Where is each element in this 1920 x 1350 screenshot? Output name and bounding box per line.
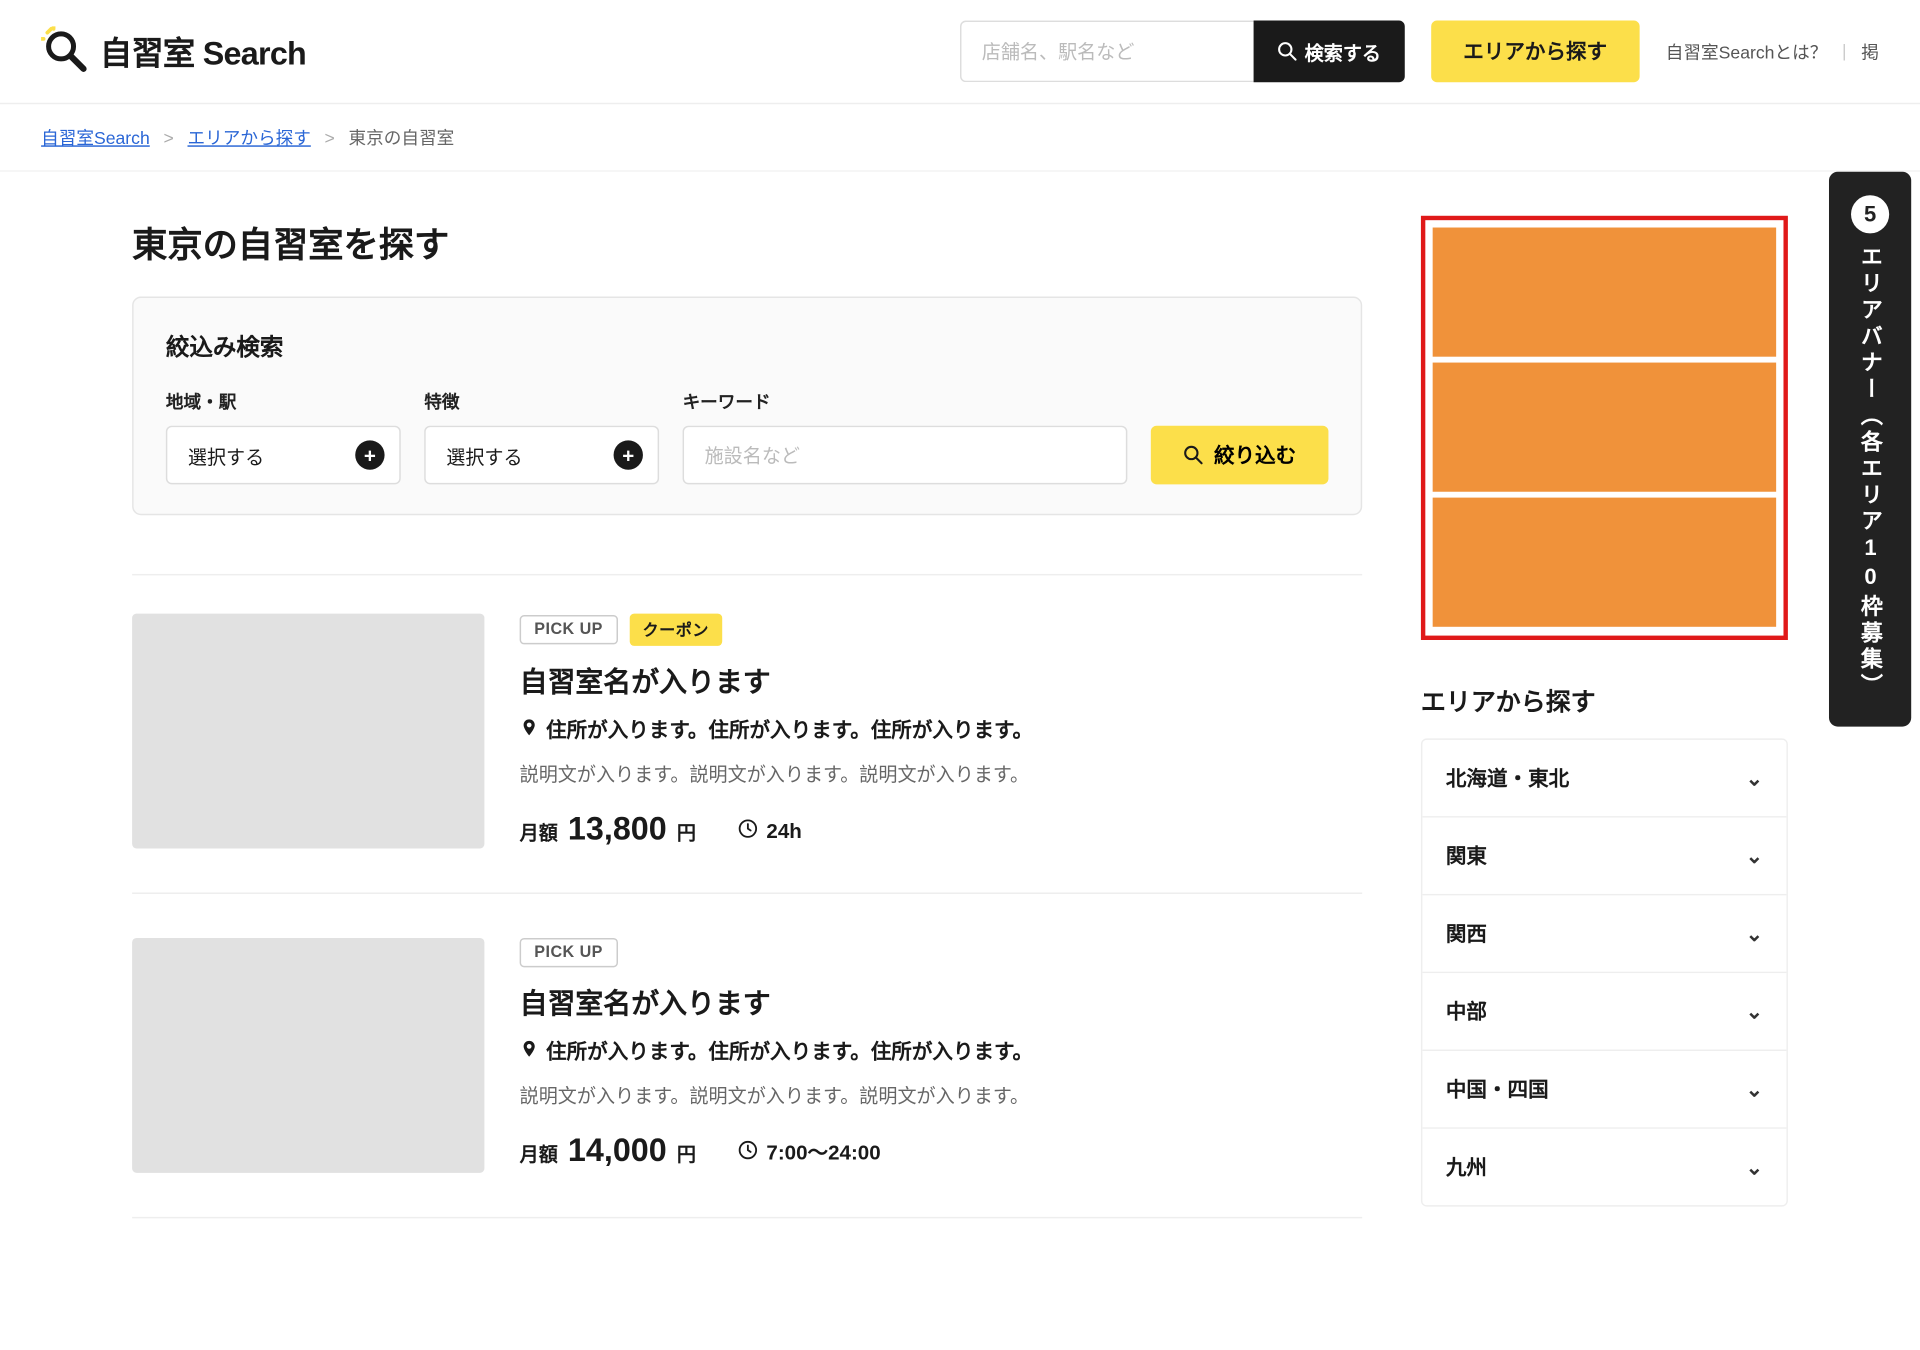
pickup-badge: PICK UP bbox=[520, 938, 618, 967]
magnifier-icon bbox=[41, 26, 91, 76]
clock-icon bbox=[737, 818, 759, 844]
region-label: 中国・四国 bbox=[1446, 1074, 1549, 1103]
filter-feature-value: 選択する bbox=[446, 441, 522, 469]
pin-icon bbox=[520, 716, 539, 742]
filter-area-value: 選択する bbox=[188, 441, 264, 469]
search-icon bbox=[1183, 445, 1204, 466]
listing-card[interactable]: PICK UP 自習室名が入ります 住所が入ります。住所が入ります。住所が入りま… bbox=[132, 938, 1362, 1218]
pin-icon bbox=[520, 1038, 539, 1064]
listing-title: 自習室名が入ります bbox=[520, 661, 1363, 701]
area-search-button[interactable]: エリアから探す bbox=[1431, 21, 1639, 83]
filter-submit-button[interactable]: 絞り込む bbox=[1151, 426, 1329, 485]
filter-area-select[interactable]: 選択する + bbox=[166, 426, 401, 485]
nav-post-link[interactable]: 掲 bbox=[1861, 39, 1879, 64]
search-input[interactable] bbox=[960, 21, 1254, 83]
region-item[interactable]: 中国・四国 ⌄ bbox=[1422, 1051, 1786, 1129]
site-header: 自習室 Search 検索する エリアから探す 自習室Searchとは？ | 掲 bbox=[0, 0, 1920, 104]
region-item[interactable]: 北海道・東北 ⌄ bbox=[1422, 740, 1786, 818]
listing-title: 自習室名が入ります bbox=[520, 982, 1363, 1022]
search-button-label: 検索する bbox=[1305, 37, 1381, 65]
main-content: 東京の自習室を探す 絞込み検索 地域・駅 選択する + 特徴 選択する + bbox=[132, 216, 1362, 1263]
clock-icon bbox=[737, 1139, 759, 1165]
listing-thumbnail bbox=[132, 614, 484, 849]
filter-area-label: 地域・駅 bbox=[166, 389, 401, 414]
breadcrumb: 自習室Search > エリアから探す > 東京の自習室 bbox=[0, 104, 1920, 172]
filter-keyword-label: キーワード bbox=[683, 389, 1128, 414]
listing-price: 月額 14,000 円 bbox=[520, 1132, 696, 1170]
aside-title: エリアから探す bbox=[1421, 681, 1788, 718]
region-item[interactable]: 関西 ⌄ bbox=[1422, 895, 1786, 973]
callout-text: エリアバナー（各エリア10枠募集） bbox=[1856, 245, 1885, 700]
region-list: 北海道・東北 ⌄ 関東 ⌄ 関西 ⌄ 中部 ⌄ 中国・四国 ⌄ 九州 ⌄ bbox=[1421, 738, 1788, 1206]
filter-keyword-input[interactable] bbox=[683, 426, 1128, 485]
logo-text: 自習室 Search bbox=[100, 28, 306, 75]
listing-thumbnail bbox=[132, 938, 484, 1173]
chevron-down-icon: ⌄ bbox=[1746, 921, 1763, 946]
listing-description: 説明文が入ります。説明文が入ります。説明文が入ります。 bbox=[520, 759, 1363, 787]
coupon-badge: クーポン bbox=[629, 614, 722, 646]
search-icon bbox=[1277, 41, 1298, 62]
listing-price: 月額 13,800 円 bbox=[520, 810, 696, 848]
plus-icon: + bbox=[355, 440, 384, 469]
region-label: 中部 bbox=[1446, 997, 1487, 1026]
region-label: 九州 bbox=[1446, 1152, 1487, 1181]
breadcrumb-home[interactable]: 自習室Search bbox=[41, 128, 150, 149]
divider bbox=[132, 574, 1362, 575]
chevron-down-icon: ⌄ bbox=[1746, 766, 1763, 791]
chevron-down-icon: ⌄ bbox=[1746, 999, 1763, 1024]
filter-feature-label: 特徴 bbox=[424, 389, 659, 414]
listing-description: 説明文が入ります。説明文が入ります。説明文が入ります。 bbox=[520, 1080, 1363, 1108]
filter-title: 絞込み検索 bbox=[166, 327, 1329, 362]
region-item[interactable]: 九州 ⌄ bbox=[1422, 1129, 1786, 1205]
filter-box: 絞込み検索 地域・駅 選択する + 特徴 選択する + bbox=[132, 297, 1362, 516]
breadcrumb-sep: > bbox=[163, 128, 173, 149]
callout-number: 5 bbox=[1851, 195, 1889, 233]
chevron-down-icon: ⌄ bbox=[1746, 1154, 1763, 1179]
header-nav: 自習室Searchとは？ | 掲 bbox=[1666, 39, 1879, 64]
pickup-badge: PICK UP bbox=[520, 615, 618, 644]
filter-submit-label: 絞り込む bbox=[1214, 440, 1296, 469]
search-button[interactable]: 検索する bbox=[1253, 21, 1404, 83]
filter-feature-select[interactable]: 選択する + bbox=[424, 426, 659, 485]
listing-address: 住所が入ります。住所が入ります。住所が入ります。 bbox=[520, 1036, 1363, 1065]
listing-hours: 24h bbox=[737, 818, 802, 844]
breadcrumb-sep: > bbox=[325, 128, 335, 149]
region-item[interactable]: 中部 ⌄ bbox=[1422, 973, 1786, 1051]
region-label: 関西 bbox=[1446, 919, 1487, 948]
breadcrumb-area[interactable]: エリアから探す bbox=[188, 128, 311, 149]
nav-about-link[interactable]: 自習室Searchとは？ bbox=[1666, 39, 1828, 64]
annotation-callout: 5 エリアバナー（各エリア10枠募集） bbox=[1829, 172, 1911, 727]
listing-address: 住所が入ります。住所が入ります。住所が入ります。 bbox=[520, 715, 1363, 744]
chevron-down-icon: ⌄ bbox=[1746, 1077, 1763, 1102]
banner-slot[interactable] bbox=[1433, 228, 1776, 357]
plus-icon: + bbox=[614, 440, 643, 469]
listing-hours: 7:00〜24:00 bbox=[737, 1138, 881, 1167]
banner-slot[interactable] bbox=[1433, 363, 1776, 492]
nav-separator: | bbox=[1842, 41, 1847, 62]
breadcrumb-current: 東京の自習室 bbox=[349, 128, 455, 149]
chevron-down-icon: ⌄ bbox=[1746, 843, 1763, 868]
logo[interactable]: 自習室 Search bbox=[41, 26, 306, 76]
region-item[interactable]: 関東 ⌄ bbox=[1422, 818, 1786, 896]
region-label: 関東 bbox=[1446, 841, 1487, 870]
region-label: 北海道・東北 bbox=[1446, 763, 1569, 792]
header-controls: 検索する エリアから探す 自習室Searchとは？ | 掲 bbox=[960, 21, 1879, 83]
listing-card[interactable]: PICK UP クーポン 自習室名が入ります 住所が入ります。住所が入ります。住… bbox=[132, 614, 1362, 894]
page-title: 東京の自習室を探す bbox=[132, 216, 1362, 267]
sidebar: エリアから探す 北海道・東北⌄関東⌄関西⌄中部⌄中国・四国⌄九州⌄ 5 エリアバ… bbox=[1421, 216, 1788, 1263]
banner-area bbox=[1421, 216, 1788, 640]
header-search: 検索する bbox=[960, 21, 1405, 83]
banner-slot[interactable] bbox=[1433, 498, 1776, 627]
